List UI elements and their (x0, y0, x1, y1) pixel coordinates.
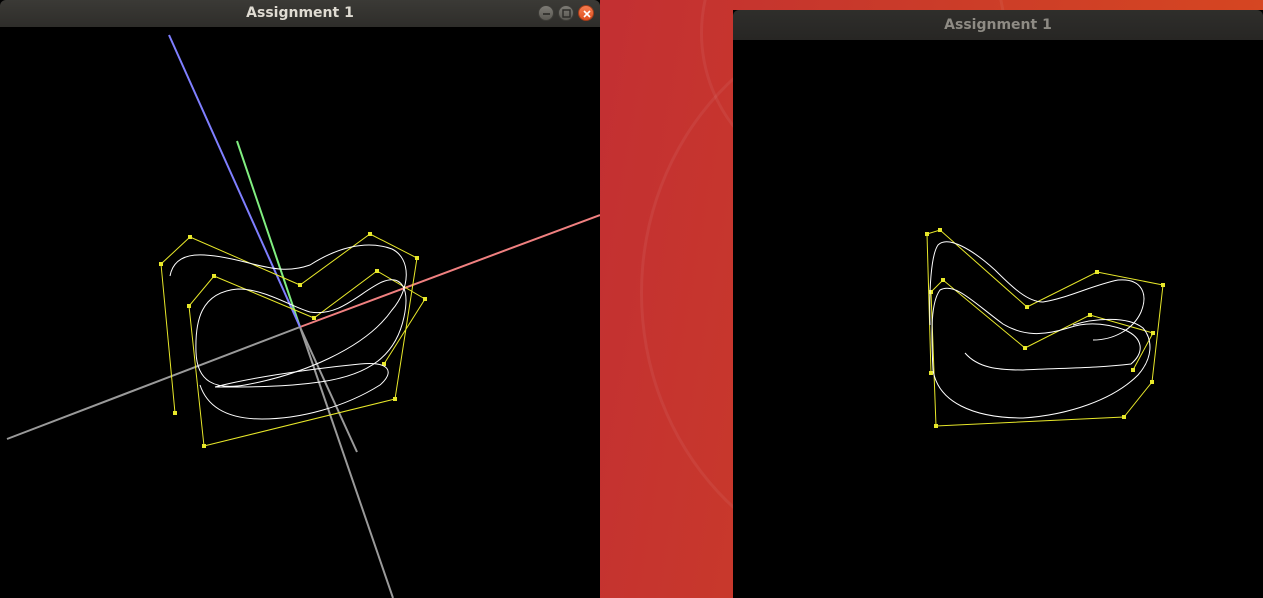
left-window[interactable]: Assignment 1 (0, 0, 600, 598)
control-point[interactable] (1131, 368, 1135, 372)
control-point[interactable] (415, 256, 419, 260)
canvas-background (733, 40, 1263, 598)
minimize-button[interactable] (538, 5, 554, 21)
control-point[interactable] (941, 278, 945, 282)
control-point[interactable] (312, 316, 316, 320)
control-point[interactable] (159, 262, 163, 266)
control-point[interactable] (1095, 270, 1099, 274)
window-title: Assignment 1 (944, 17, 1052, 33)
control-point[interactable] (929, 371, 933, 375)
minimize-icon (543, 13, 550, 15)
control-point[interactable] (1161, 283, 1165, 287)
control-point[interactable] (393, 397, 397, 401)
control-point[interactable] (1023, 346, 1027, 350)
desktop-background: Assignment 1 Assignment 1 (0, 0, 1263, 598)
control-point[interactable] (423, 297, 427, 301)
left-3d-canvas[interactable] (0, 27, 600, 598)
control-point[interactable] (1025, 305, 1029, 309)
window-title: Assignment 1 (246, 5, 354, 21)
control-point[interactable] (188, 235, 192, 239)
right-2d-canvas[interactable] (733, 40, 1263, 598)
control-point[interactable] (1088, 313, 1092, 317)
control-point[interactable] (375, 269, 379, 273)
left-window-titlebar[interactable]: Assignment 1 (0, 0, 600, 27)
control-point[interactable] (298, 283, 302, 287)
control-point[interactable] (173, 411, 177, 415)
maximize-icon (562, 9, 571, 18)
maximize-button[interactable] (558, 5, 574, 21)
control-point[interactable] (202, 444, 206, 448)
control-point[interactable] (1150, 380, 1154, 384)
control-point[interactable] (934, 424, 938, 428)
control-point[interactable] (1151, 331, 1155, 335)
right-window[interactable]: Assignment 1 (733, 10, 1263, 598)
close-icon (583, 10, 591, 18)
control-point[interactable] (212, 274, 216, 278)
control-point[interactable] (938, 228, 942, 232)
right-window-titlebar[interactable]: Assignment 1 (733, 10, 1263, 40)
close-button[interactable] (578, 5, 594, 21)
control-point[interactable] (187, 304, 191, 308)
control-point[interactable] (1122, 415, 1126, 419)
control-point[interactable] (925, 232, 929, 236)
control-point[interactable] (368, 232, 372, 236)
